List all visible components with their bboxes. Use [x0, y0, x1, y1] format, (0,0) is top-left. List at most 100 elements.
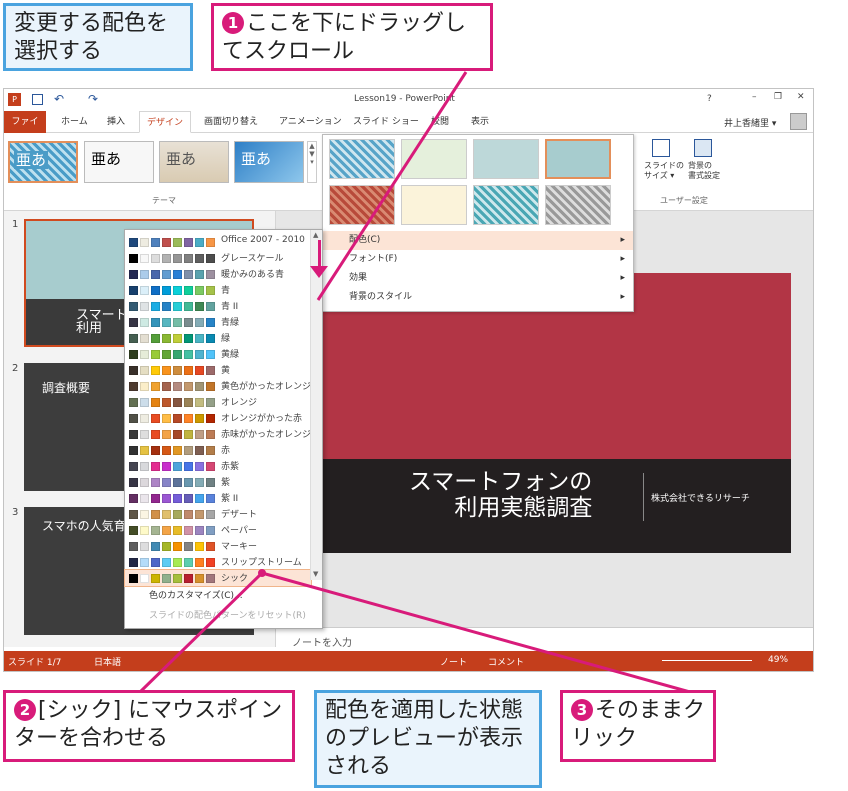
color-swatch [162, 510, 171, 519]
customize-colors[interactable]: 色のカスタマイズ(C)... [125, 588, 311, 601]
step-badge-1: 1 [222, 12, 244, 34]
undo-icon[interactable]: ↶ [54, 92, 64, 106]
restore-button[interactable]: ❐ [774, 92, 782, 102]
tab-insert[interactable]: 挿入 [100, 111, 132, 133]
theme-scroll[interactable]: ▲ ▼ ▾ [307, 141, 317, 183]
variant-8[interactable] [545, 185, 611, 225]
tab-file[interactable]: ファイル [4, 111, 46, 149]
notes-pane[interactable]: ノートを入力 [276, 627, 813, 653]
color-scheme-item[interactable]: 赤 [125, 442, 311, 458]
avatar[interactable] [790, 113, 807, 130]
color-scheme-item[interactable]: デザート [125, 506, 311, 522]
color-scheme-item[interactable]: 緑 [125, 330, 311, 346]
menu-bg-styles[interactable]: 背景のスタイル ▸ [323, 288, 633, 307]
tab-design[interactable]: デザイン [139, 111, 192, 133]
theme-thumb-4[interactable]: 亜あ [234, 141, 304, 183]
status-bar: スライド 1/7 日本語 ノート コメント 49% [4, 651, 813, 671]
variant-1[interactable] [329, 139, 395, 179]
variant-6[interactable] [401, 185, 467, 225]
color-swatch [140, 254, 149, 263]
color-swatch [162, 302, 171, 311]
menu-colors[interactable]: 配色(C) ▸ [323, 231, 633, 250]
tab-home[interactable]: ホーム [54, 111, 95, 133]
color-swatch [140, 462, 149, 471]
close-button[interactable]: ✕ [797, 92, 805, 102]
color-scheme-item[interactable]: スリップストリーム [125, 554, 311, 570]
color-swatch [151, 526, 160, 535]
menu-fonts[interactable]: フォント(F) ▸ [323, 250, 633, 269]
color-swatch [195, 462, 204, 471]
slide-canvas[interactable]: スマートフォンの 利用実態調査 株式会社できるリサーチ [321, 273, 791, 553]
color-scheme-item[interactable]: グレースケール [125, 250, 311, 266]
theme-thumb-2[interactable]: 亜あ [84, 141, 154, 183]
slide-size-button[interactable]: スライドの サイズ ▾ [644, 161, 684, 181]
color-swatch [173, 334, 182, 343]
color-scheme-item[interactable]: 青緑 [125, 314, 311, 330]
color-scheme-item[interactable]: 黄緑 [125, 346, 311, 362]
color-swatch [184, 462, 193, 471]
color-scheme-item[interactable]: 黄 [125, 362, 311, 378]
color-scheme-item[interactable]: マーキー [125, 538, 311, 554]
color-swatch [195, 350, 204, 359]
color-scheme-item[interactable]: 紫 [125, 474, 311, 490]
color-swatch [162, 542, 171, 551]
scroll-up-arrow[interactable]: ▲ [313, 231, 318, 239]
theme-thumb-1[interactable]: 亜あ [8, 141, 78, 183]
color-scheme-item[interactable]: 赤紫 [125, 458, 311, 474]
slide-size-icon[interactable] [652, 139, 670, 157]
save-icon[interactable] [32, 94, 43, 105]
notes-button[interactable]: ノート [440, 655, 467, 668]
reset-colors[interactable]: スライドの配色パターンをリセット(R) [125, 608, 311, 621]
color-swatch [140, 414, 149, 423]
variant-5[interactable] [329, 185, 395, 225]
tab-review[interactable]: 校閲 [424, 111, 456, 133]
color-scheme-item[interactable]: 黄色がかったオレンジ [125, 378, 311, 394]
color-swatch [162, 526, 171, 535]
theme-label: 亜あ [91, 150, 122, 168]
scrollbar[interactable]: ▲ ▼ [310, 230, 322, 580]
color-swatch [195, 574, 204, 583]
color-swatch [162, 286, 171, 295]
color-swatch [129, 366, 138, 375]
tab-animations[interactable]: アニメーション [272, 111, 349, 133]
color-scheme-item[interactable]: 青 [125, 282, 311, 298]
color-scheme-item[interactable]: 暖かみのある青 [125, 266, 311, 282]
color-scheme-item[interactable]: Office 2007 - 2010 [125, 234, 311, 250]
menu-label: 背景のスタイル [349, 292, 413, 302]
variant-7[interactable] [473, 185, 539, 225]
redo-icon[interactable]: ↷ [88, 92, 98, 106]
color-swatch [184, 334, 193, 343]
bg-format-icon[interactable] [694, 139, 712, 157]
variants-dropdown: 配色(C) ▸ フォント(F) ▸ 効果 ▸ 背景のスタイル ▸ [322, 134, 634, 312]
color-scheme-item[interactable]: ペーパー [125, 522, 311, 538]
color-swatch [140, 446, 149, 455]
zoom-slider[interactable] [662, 660, 752, 661]
color-swatch [151, 558, 160, 567]
tab-transitions[interactable]: 画面切り替え [197, 111, 265, 133]
color-scheme-item[interactable]: 青 II [125, 298, 311, 314]
color-swatch [184, 238, 193, 247]
user-name[interactable]: 井上香緒里 ▾ [724, 116, 776, 129]
tab-view[interactable]: 表示 [464, 111, 496, 133]
menu-effects[interactable]: 効果 ▸ [323, 269, 633, 288]
bg-format-button[interactable]: 背景の 書式設定 [688, 161, 720, 181]
color-scheme-item[interactable]: シック [124, 569, 312, 587]
color-scheme-item[interactable]: 紫 II [125, 490, 311, 506]
comments-button[interactable]: コメント [488, 655, 524, 668]
help-icon[interactable]: ? [707, 94, 712, 104]
tab-slideshow[interactable]: スライド ショー [346, 111, 426, 133]
color-swatch [206, 270, 215, 279]
color-swatch [151, 430, 160, 439]
callout-select-scheme: 変更する配色を選択する [3, 3, 193, 71]
variant-3[interactable] [473, 139, 539, 179]
color-scheme-item[interactable]: オレンジ [125, 394, 311, 410]
minimize-button[interactable]: – [752, 92, 757, 102]
color-scheme-item[interactable]: 赤味がかったオレンジ [125, 426, 311, 442]
variant-4[interactable] [545, 139, 611, 179]
theme-thumb-3[interactable]: 亜あ [159, 141, 229, 183]
zoom-level[interactable]: 49% [768, 655, 788, 665]
scroll-down-arrow[interactable]: ▼ [313, 570, 318, 578]
color-scheme-item[interactable]: オレンジがかった赤 [125, 410, 311, 426]
color-swatch [140, 398, 149, 407]
variant-2[interactable] [401, 139, 467, 179]
